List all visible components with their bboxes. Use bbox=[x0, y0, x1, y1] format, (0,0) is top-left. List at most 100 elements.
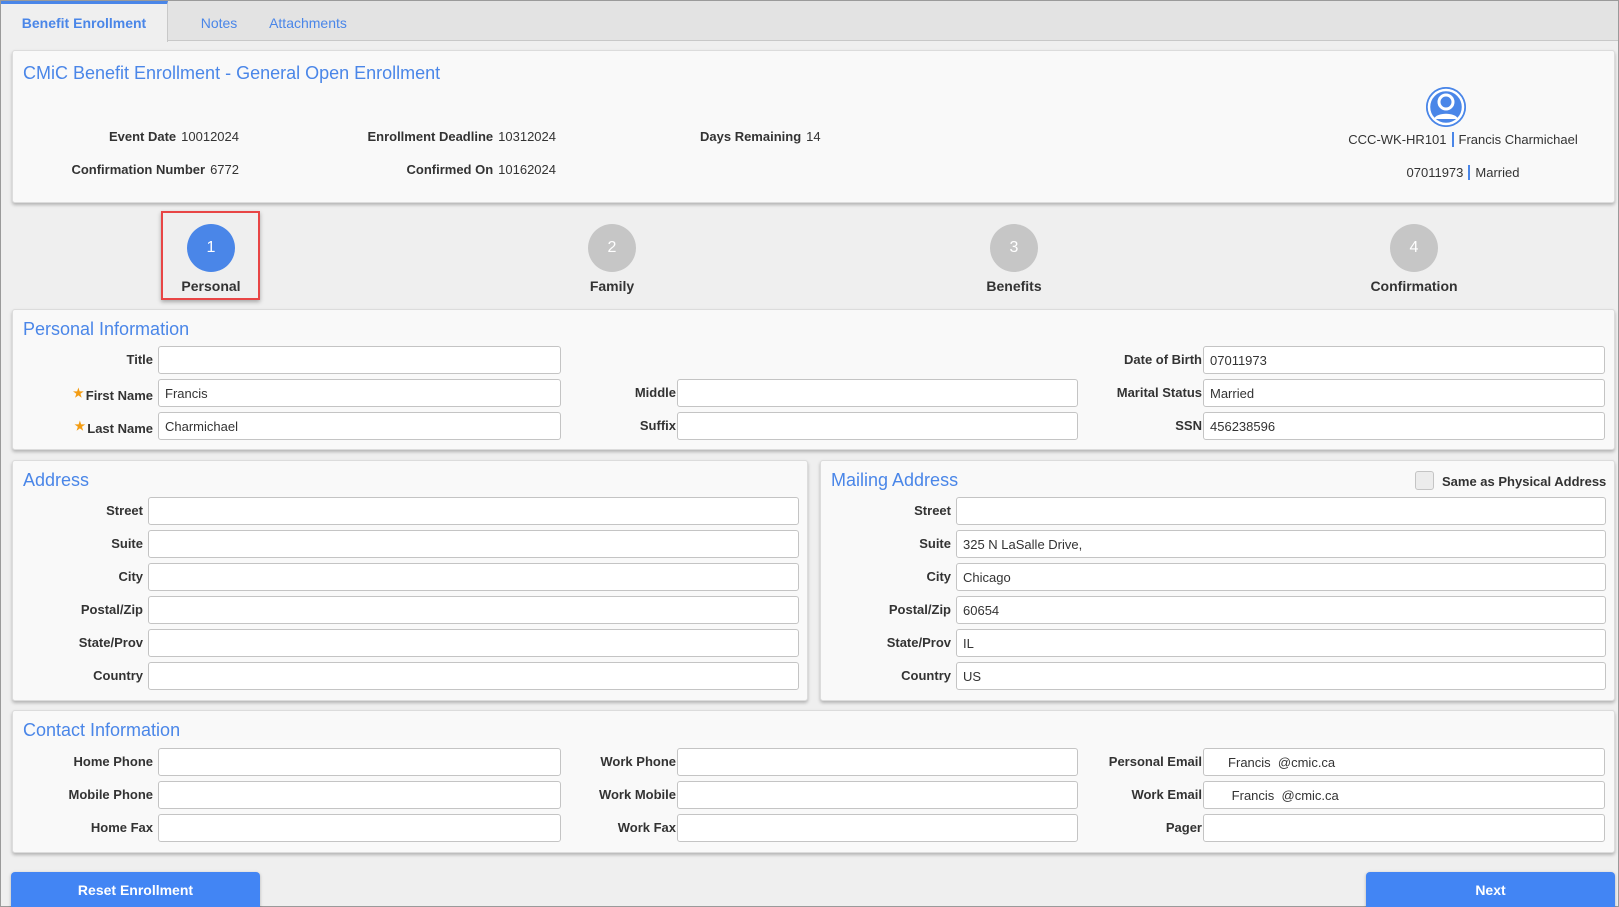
employee-dob-status: 07011973 Married bbox=[1343, 165, 1583, 180]
confirmation-number-label: Confirmation Number bbox=[71, 162, 206, 177]
user-circle-icon bbox=[1426, 87, 1466, 127]
address-suite-input[interactable] bbox=[148, 530, 799, 558]
dob-input[interactable] bbox=[1203, 346, 1605, 374]
mailing-postal-zip-input[interactable] bbox=[956, 596, 1606, 624]
address-city-field: City bbox=[13, 563, 799, 591]
confirmed-on-value: 10162024 bbox=[498, 162, 556, 177]
address-postal-zip-input[interactable] bbox=[148, 596, 799, 624]
page-title: CMiC Benefit Enrollment - General Open E… bbox=[23, 63, 441, 83]
section-title: Address bbox=[23, 470, 90, 490]
section-title: Mailing Address bbox=[831, 470, 959, 490]
event-date-value: 10012024 bbox=[181, 129, 239, 144]
mailing-city-label: City bbox=[926, 569, 951, 584]
marital-status-input[interactable] bbox=[1203, 379, 1605, 407]
work-email-input[interactable] bbox=[1203, 781, 1605, 809]
mailing-address-card: Mailing Address Same as Physical Address… bbox=[820, 460, 1615, 701]
contact-information-card: Contact Information Home Phone Mobile Ph… bbox=[12, 710, 1615, 853]
mailing-country-label: Country bbox=[901, 668, 951, 683]
tab-attachments[interactable]: Attachments bbox=[263, 1, 353, 41]
step-number[interactable]: 3 bbox=[990, 224, 1038, 272]
mailing-postal-zip-field: Postal/Zip bbox=[821, 596, 1606, 624]
section-title: Contact Information bbox=[23, 720, 181, 740]
mailing-street-input[interactable] bbox=[956, 497, 1606, 525]
tab-benefit-enrollment[interactable]: Benefit Enrollment bbox=[1, 1, 168, 42]
address-state-prov-label: State/Prov bbox=[78, 635, 143, 650]
mailing-country-input[interactable] bbox=[956, 662, 1606, 690]
mailing-suite-input[interactable] bbox=[956, 530, 1606, 558]
confirmation-number-value: 6772 bbox=[210, 162, 239, 177]
event-date-label: Event Date bbox=[108, 129, 177, 144]
mailing-suite-field: Suite bbox=[821, 530, 1606, 558]
mailing-state-prov-label: State/Prov bbox=[886, 635, 951, 650]
tab-bar: Benefit Enrollment Notes Attachments bbox=[1, 1, 1618, 42]
address-street-label: Street bbox=[106, 503, 143, 518]
ssn-input[interactable] bbox=[1203, 412, 1605, 440]
same-as-physical-checkbox[interactable] bbox=[1415, 471, 1434, 490]
step-number[interactable]: 2 bbox=[588, 224, 636, 272]
personal-email-input[interactable] bbox=[1203, 748, 1605, 776]
step-family[interactable]: 2 Family bbox=[552, 224, 672, 294]
personal-email-label: Personal Email bbox=[1108, 754, 1202, 769]
employee-id: CCC-WK-HR101 bbox=[1348, 132, 1447, 147]
mailing-city-input[interactable] bbox=[956, 563, 1606, 591]
personal-email-field: Personal Email bbox=[13, 748, 1605, 776]
step-label: Family bbox=[589, 278, 635, 294]
confirmation-number: Confirmation Number 6772 bbox=[71, 162, 239, 177]
address-postal-zip-label: Postal/Zip bbox=[80, 602, 143, 617]
employee-name: Francis Charmichael bbox=[1458, 132, 1578, 147]
employee-id-name: CCC-WK-HR101 Francis Charmichael bbox=[1343, 132, 1583, 147]
address-street-input[interactable] bbox=[148, 497, 799, 525]
marital-status-field: Marital Status bbox=[13, 379, 1605, 407]
pager-input[interactable] bbox=[1203, 814, 1605, 842]
mailing-street-field: Street bbox=[821, 497, 1606, 525]
mailing-state-prov-field: State/Prov bbox=[821, 629, 1606, 657]
days-remaining-label: Days Remaining bbox=[700, 129, 802, 144]
address-suite-label: Suite bbox=[111, 536, 143, 551]
mailing-state-prov-input[interactable] bbox=[956, 629, 1606, 657]
mailing-suite-label: Suite bbox=[919, 536, 951, 551]
address-postal-zip-field: Postal/Zip bbox=[13, 596, 799, 624]
days-remaining-value: 14 bbox=[806, 129, 821, 144]
step-number[interactable]: 4 bbox=[1390, 224, 1438, 272]
ssn-label: SSN bbox=[1175, 418, 1202, 433]
mailing-postal-zip-label: Postal/Zip bbox=[888, 602, 951, 617]
dob-label: Date of Birth bbox=[1124, 352, 1202, 367]
step-label: Benefits bbox=[986, 278, 1042, 294]
pager-field: Pager bbox=[13, 814, 1605, 842]
step-confirmation[interactable]: 4 Confirmation bbox=[1354, 224, 1474, 294]
address-country-label: Country bbox=[93, 668, 143, 683]
employee-dob: 07011973 bbox=[1406, 165, 1464, 180]
address-suite-field: Suite bbox=[13, 530, 799, 558]
address-city-input[interactable] bbox=[148, 563, 799, 591]
mailing-city-field: City bbox=[821, 563, 1606, 591]
personal-information-card: Personal Information Title ★First Name ★… bbox=[12, 309, 1615, 450]
address-street-field: Street bbox=[13, 497, 799, 525]
tab-notes[interactable]: Notes bbox=[181, 1, 257, 41]
event-date: Event Date 10012024 bbox=[109, 129, 239, 144]
next-button[interactable]: Next bbox=[1366, 872, 1615, 907]
employee-marital: Married bbox=[1475, 165, 1520, 180]
confirmed-on-label: Confirmed On bbox=[406, 162, 494, 177]
address-country-field: Country bbox=[13, 662, 799, 690]
address-card: Address Street Suite City Postal/Zip State/P… bbox=[12, 460, 808, 701]
same-as-physical-label: Same as Physical Address bbox=[1442, 474, 1607, 489]
work-email-field: Work Email bbox=[13, 781, 1605, 809]
enrollment-header-card: CMiC Benefit Enrollment - General Open E… bbox=[12, 50, 1615, 203]
step-label: Confirmation bbox=[1370, 278, 1458, 294]
ssn-field: SSN bbox=[13, 412, 1605, 440]
step-benefits[interactable]: 3 Benefits bbox=[954, 224, 1074, 294]
work-email-label: Work Email bbox=[1131, 787, 1202, 802]
enrollment-deadline-value: 10312024 bbox=[498, 129, 556, 144]
separator bbox=[1468, 165, 1471, 180]
address-city-label: City bbox=[118, 569, 143, 584]
enrollment-deadline-label: Enrollment Deadline bbox=[367, 129, 494, 144]
mailing-country-field: Country bbox=[821, 662, 1606, 690]
mailing-street-label: Street bbox=[914, 503, 951, 518]
reset-enrollment-button[interactable]: Reset Enrollment bbox=[11, 872, 260, 907]
address-state-prov-input[interactable] bbox=[148, 629, 799, 657]
dob-field: Date of Birth bbox=[13, 346, 1605, 374]
section-title: Personal Information bbox=[23, 319, 190, 339]
address-country-input[interactable] bbox=[148, 662, 799, 690]
enrollment-deadline: Enrollment Deadline 10312024 bbox=[367, 129, 556, 144]
separator bbox=[1451, 132, 1454, 147]
